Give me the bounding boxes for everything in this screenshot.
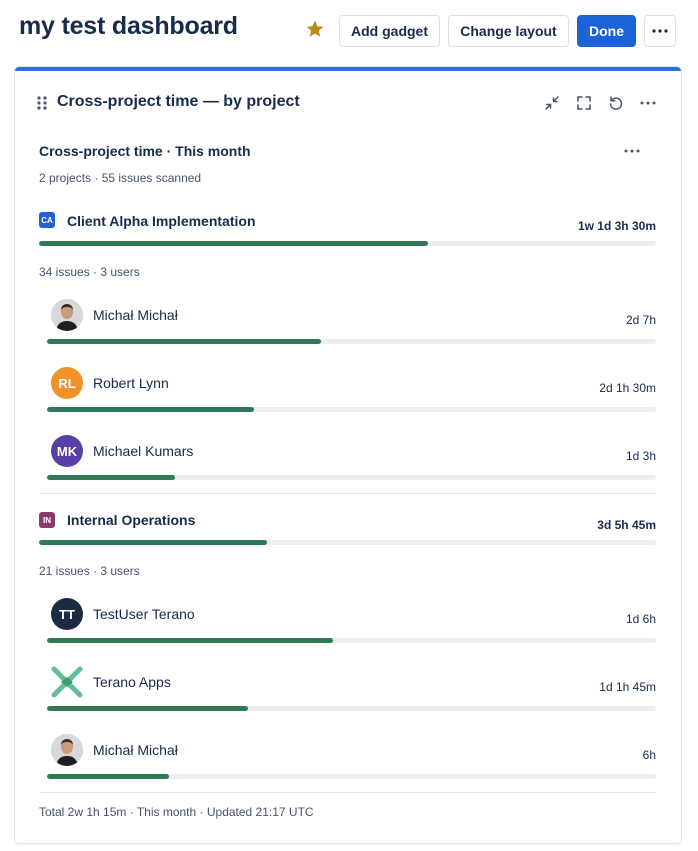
avatar: TT xyxy=(51,598,83,630)
divider xyxy=(39,493,656,494)
gadget-title: Cross-project time — by project xyxy=(57,93,300,110)
user-time: 1d 6h xyxy=(625,612,656,626)
project-bar xyxy=(39,241,656,246)
project-name[interactable]: Internal Operations xyxy=(67,512,195,528)
done-button[interactable]: Done xyxy=(577,15,636,47)
project-total: 3d 5h 45m xyxy=(597,518,656,532)
more-icon xyxy=(652,29,668,33)
user-bar xyxy=(47,706,656,711)
user-bar-fill xyxy=(47,339,322,344)
user-name[interactable]: Michał Michał xyxy=(93,742,178,758)
user-bar-fill xyxy=(47,475,175,480)
star-icon[interactable] xyxy=(305,19,325,39)
project-total: 1w 1d 3h 30m xyxy=(577,219,656,233)
user-bar xyxy=(47,774,656,779)
terano-logo-icon xyxy=(51,666,83,698)
project-bar-fill xyxy=(39,241,428,246)
drag-handle-icon[interactable] xyxy=(37,96,47,110)
minimize-icon[interactable] xyxy=(541,92,563,114)
divider xyxy=(39,792,656,793)
user-name[interactable]: Michael Kumars xyxy=(93,443,193,459)
add-gadget-button[interactable]: Add gadget xyxy=(339,15,440,47)
project-badge: IN xyxy=(39,512,55,528)
project-bar xyxy=(39,540,656,545)
user-bar-fill xyxy=(47,407,255,412)
user-time: 1d 1h 45m xyxy=(599,680,656,694)
user-name[interactable]: Michał Michał xyxy=(93,307,178,323)
avatar: MK xyxy=(51,435,83,467)
user-name[interactable]: Robert Lynn xyxy=(93,375,169,391)
refresh-icon[interactable] xyxy=(605,92,627,114)
page-title: my test dashboard xyxy=(19,12,238,40)
user-bar xyxy=(47,407,656,412)
avatar: RL xyxy=(51,367,83,399)
project-badge: CA xyxy=(39,212,55,228)
user-bar-fill xyxy=(47,774,169,779)
project-meta: 34 issues · 3 users xyxy=(39,265,140,279)
user-bar-fill xyxy=(47,638,334,643)
report-summary: 2 projects · 55 issues scanned xyxy=(39,171,202,185)
gadget-footer: Total 2w 1h 15m · This month · Updated 2… xyxy=(39,805,314,819)
user-row xyxy=(51,299,83,331)
user-name[interactable]: TestUser Terano xyxy=(93,606,195,622)
user-time: 1d 3h xyxy=(625,449,656,463)
user-time: 6h xyxy=(642,748,656,762)
user-bar-fill xyxy=(47,706,248,711)
more-actions-button[interactable] xyxy=(644,15,676,47)
avatar xyxy=(51,734,83,766)
report-subtitle: Cross-project time · This month xyxy=(39,143,251,159)
avatar xyxy=(51,299,83,331)
user-name[interactable]: Terano Apps xyxy=(93,674,171,690)
gadget-more-icon[interactable] xyxy=(637,92,659,114)
user-bar xyxy=(47,475,656,480)
project-bar-fill xyxy=(39,540,268,545)
report-more-icon[interactable] xyxy=(621,141,643,161)
project-meta: 21 issues · 3 users xyxy=(39,564,140,578)
user-bar xyxy=(47,638,656,643)
gadget-panel: Cross-project time — by project Cross-pr… xyxy=(15,67,681,843)
user-time: 2d 7h xyxy=(625,313,656,327)
project-name[interactable]: Client Alpha Implementation xyxy=(67,213,256,229)
fullscreen-icon[interactable] xyxy=(573,92,595,114)
dashboard-header: my test dashboard Add gadget Change layo… xyxy=(0,0,698,62)
user-bar xyxy=(47,339,656,344)
change-layout-button[interactable]: Change layout xyxy=(448,15,569,47)
user-time: 2d 1h 30m xyxy=(599,381,656,395)
